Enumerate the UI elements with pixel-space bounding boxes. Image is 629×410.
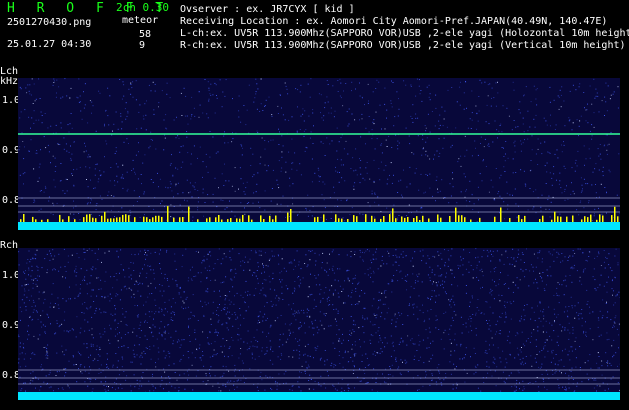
lch-spectrogram bbox=[18, 78, 620, 230]
rch-spectrogram bbox=[18, 248, 620, 400]
lch-info-line: L-ch:ex. UV5R 113.900Mhz(SAPPORO VOR)USB… bbox=[180, 28, 629, 39]
meteor-label: meteor bbox=[122, 15, 159, 26]
meteor-count-rch: 9 bbox=[139, 40, 146, 51]
rch-label: Rch bbox=[0, 240, 19, 251]
filename-label: 2501270430.png bbox=[7, 17, 92, 28]
datetime-label: 25.01.27 04:30 bbox=[7, 39, 92, 50]
rch-info-line: R-ch:ex. UV5R 113.900Mhz(SAPPORO VOR)USB… bbox=[180, 40, 626, 51]
mode-label: 2ch 0.30 bbox=[116, 1, 169, 14]
rch-spectrogram-canvas bbox=[18, 248, 620, 400]
lch-unit: kHz bbox=[0, 76, 19, 87]
location-line: Receiving Location : ex. Aomori City Aom… bbox=[180, 16, 608, 27]
lch-spectrogram-canvas bbox=[18, 78, 620, 230]
observer-line: Ovserver : ex. JR7CYX [ kid ] bbox=[180, 4, 355, 15]
